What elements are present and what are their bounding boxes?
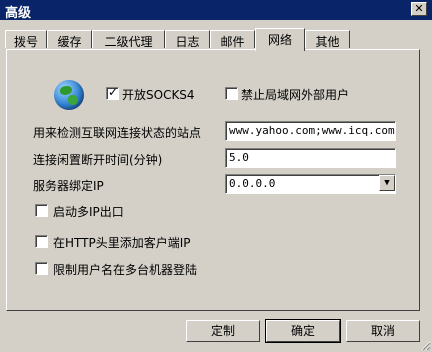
limit-user-checkbox[interactable] — [35, 262, 48, 275]
bind-ip-label: 服务器绑定IP — [33, 179, 104, 193]
check-icon: ✓ — [108, 85, 119, 99]
tab-dial[interactable]: 拨号 — [5, 30, 47, 49]
check-sites-label: 用来检测互联网连接状态的站点 — [33, 126, 202, 140]
multi-ip-label: 启动多IP出口 — [53, 205, 124, 219]
bind-ip-select[interactable]: 0.0.0.0 ▼ — [225, 174, 396, 194]
close-icon: ✕ — [414, 2, 424, 15]
http-header-checkbox[interactable] — [35, 235, 48, 248]
tab-log[interactable]: 日志 — [165, 30, 210, 49]
close-button[interactable]: ✕ — [411, 2, 427, 16]
window-title: 高级 — [5, 6, 32, 21]
ok-button[interactable]: 确定 — [265, 319, 341, 343]
block-outside-label: 禁止局域网外部用户 — [241, 88, 350, 102]
tab-cache[interactable]: 缓存 — [47, 30, 92, 49]
resize-grip-icon[interactable] — [419, 339, 431, 351]
bind-ip-value: 0.0.0.0 — [229, 177, 276, 190]
idle-disconnect-input[interactable]: 5.0 — [225, 148, 396, 168]
block-outside-checkbox[interactable] — [225, 87, 238, 100]
check-sites-input[interactable]: www.yahoo.com;www.icq.com;ww — [225, 121, 396, 141]
dropdown-arrow-icon[interactable]: ▼ — [379, 175, 395, 191]
customize-button[interactable]: 定制 — [186, 320, 260, 342]
title-bar[interactable]: 高级 ✕ — [0, 0, 432, 21]
tab-network[interactable]: 网络 — [255, 28, 305, 51]
idle-disconnect-label: 连接闲置断开时间(分钟) — [33, 153, 163, 167]
tab-secondary-proxy[interactable]: 二级代理 — [92, 30, 165, 49]
limit-user-label: 限制用户名在多台机器登陆 — [53, 263, 198, 277]
socks4-label: 开放SOCKS4 — [122, 88, 195, 102]
tab-mail[interactable]: 邮件 — [210, 30, 255, 49]
advanced-dialog: 高级 ✕ 拨号 缓存 二级代理 日志 邮件 网络 其他 ✓ 开放SOCKS4 禁… — [0, 0, 432, 352]
multi-ip-checkbox[interactable] — [35, 204, 48, 217]
socks4-checkbox[interactable]: ✓ — [106, 85, 119, 100]
tab-other[interactable]: 其他 — [305, 30, 350, 49]
cancel-button[interactable]: 取消 — [346, 320, 420, 342]
http-header-label: 在HTTP头里添加客户端IP — [53, 236, 191, 250]
globe-icon — [54, 80, 84, 110]
